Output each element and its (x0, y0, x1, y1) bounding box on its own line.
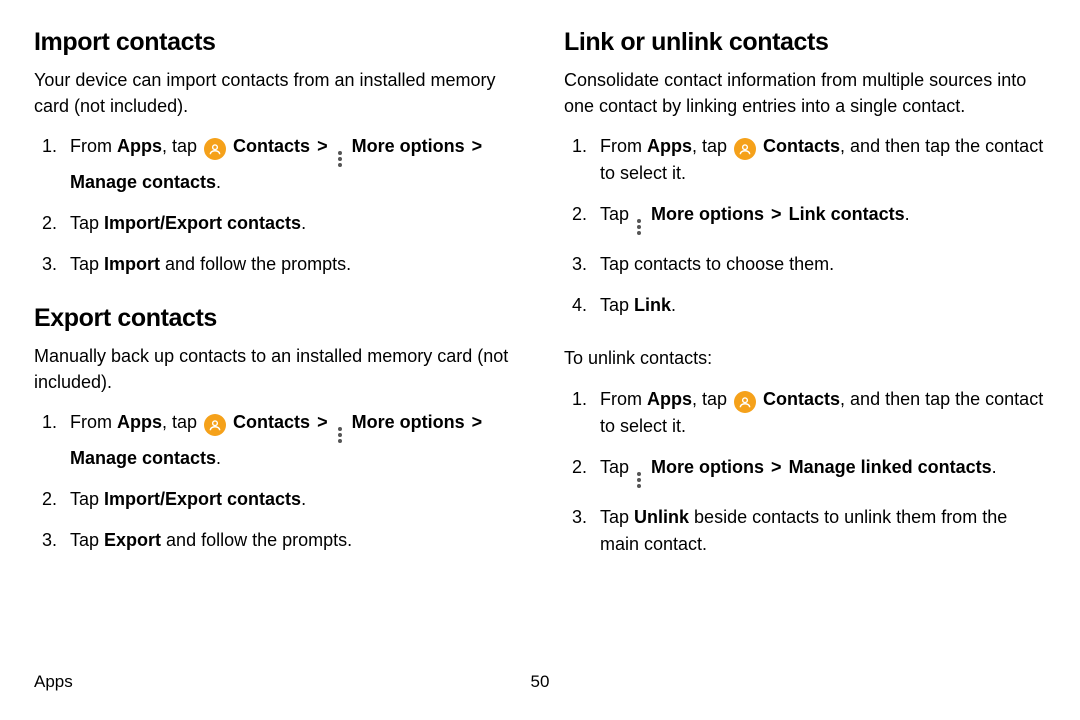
steps-link: From Apps, tap Contacts, and then tap th… (564, 133, 1046, 319)
text: Tap (70, 489, 104, 509)
more-options-label: More options (646, 457, 764, 477)
step: Tap Import/Export contacts. (42, 486, 516, 513)
apps-label: Apps (117, 136, 162, 156)
contacts-label: Contacts (758, 389, 840, 409)
text: and follow the prompts. (160, 254, 351, 274)
footer-page-number: 50 (531, 672, 550, 692)
page-footer: Apps 50 (34, 672, 1046, 692)
text: , tap (162, 412, 202, 432)
text: and follow the prompts. (161, 530, 352, 550)
link-label: Link (634, 295, 671, 315)
unlink-label: Unlink (634, 507, 689, 527)
step: Tap More options > Link contacts. (572, 201, 1046, 237)
text: Tap (600, 507, 634, 527)
left-column: Import contacts Your device can import c… (34, 28, 516, 584)
step: From Apps, tap Contacts > More options >… (42, 409, 516, 472)
text: . (301, 213, 306, 233)
contacts-icon (734, 138, 756, 160)
text: From (600, 389, 647, 409)
heading-import-contacts: Import contacts (34, 28, 516, 57)
step: From Apps, tap Contacts, and then tap th… (572, 133, 1046, 187)
lead-link: Consolidate contact information from mul… (564, 67, 1046, 119)
contacts-icon (204, 138, 226, 160)
chevron-right-icon: > (769, 457, 784, 477)
import-export-label: Import/Export contacts (104, 489, 301, 509)
text: Tap (600, 295, 634, 315)
heading-link-unlink: Link or unlink contacts (564, 28, 1046, 57)
lead-export: Manually back up contacts to an installe… (34, 343, 516, 395)
text: Tap (70, 530, 104, 550)
chevron-right-icon: > (315, 136, 330, 156)
step: Tap Link. (572, 292, 1046, 319)
two-column-layout: Import contacts Your device can import c… (34, 28, 1046, 584)
steps-unlink: From Apps, tap Contacts, and then tap th… (564, 386, 1046, 558)
text: Tap (600, 457, 634, 477)
chevron-right-icon: > (769, 204, 784, 224)
footer-section-label: Apps (34, 672, 73, 692)
export-label: Export (104, 530, 161, 550)
text: From (70, 412, 117, 432)
chevron-right-icon: > (470, 412, 485, 432)
step: Tap Unlink beside contacts to unlink the… (572, 504, 1046, 558)
more-options-icon (634, 470, 644, 490)
apps-label: Apps (647, 389, 692, 409)
text: . (905, 204, 910, 224)
chevron-right-icon: > (470, 136, 485, 156)
manage-contacts-label: Manage contacts (70, 448, 216, 468)
text: . (216, 172, 221, 192)
more-options-label: More options (347, 136, 465, 156)
link-contacts-label: Link contacts (789, 204, 905, 224)
chevron-right-icon: > (315, 412, 330, 432)
step: Tap Import and follow the prompts. (42, 251, 516, 278)
steps-import: From Apps, tap Contacts > More options >… (34, 133, 516, 278)
contacts-icon (734, 391, 756, 413)
text: From (70, 136, 117, 156)
more-options-label: More options (347, 412, 465, 432)
text: , tap (692, 389, 732, 409)
more-options-label: More options (646, 204, 764, 224)
manage-contacts-label: Manage contacts (70, 172, 216, 192)
apps-label: Apps (647, 136, 692, 156)
contacts-label: Contacts (228, 136, 310, 156)
steps-export: From Apps, tap Contacts > More options >… (34, 409, 516, 554)
text: . (216, 448, 221, 468)
more-options-icon (634, 217, 644, 237)
subheading-unlink: To unlink contacts: (564, 345, 1046, 372)
right-column: Link or unlink contacts Consolidate cont… (564, 28, 1046, 584)
text: Tap (70, 254, 104, 274)
text: , tap (692, 136, 732, 156)
text: . (671, 295, 676, 315)
import-export-label: Import/Export contacts (104, 213, 301, 233)
manage-linked-label: Manage linked contacts (789, 457, 992, 477)
apps-label: Apps (117, 412, 162, 432)
text: Tap (70, 213, 104, 233)
lead-import: Your device can import contacts from an … (34, 67, 516, 119)
more-options-icon (335, 149, 345, 169)
heading-export-contacts: Export contacts (34, 304, 516, 333)
contacts-icon (204, 414, 226, 436)
step: From Apps, tap Contacts, and then tap th… (572, 386, 1046, 440)
contacts-label: Contacts (758, 136, 840, 156)
import-label: Import (104, 254, 160, 274)
step: From Apps, tap Contacts > More options >… (42, 133, 516, 196)
step: Tap More options > Manage linked contact… (572, 454, 1046, 490)
step: Tap contacts to choose them. (572, 251, 1046, 278)
text: . (301, 489, 306, 509)
text: . (992, 457, 997, 477)
step: Tap Import/Export contacts. (42, 210, 516, 237)
text: From (600, 136, 647, 156)
contacts-label: Contacts (228, 412, 310, 432)
text: Tap contacts to choose them. (600, 254, 834, 274)
more-options-icon (335, 425, 345, 445)
text: , tap (162, 136, 202, 156)
step: Tap Export and follow the prompts. (42, 527, 516, 554)
text: Tap (600, 204, 634, 224)
